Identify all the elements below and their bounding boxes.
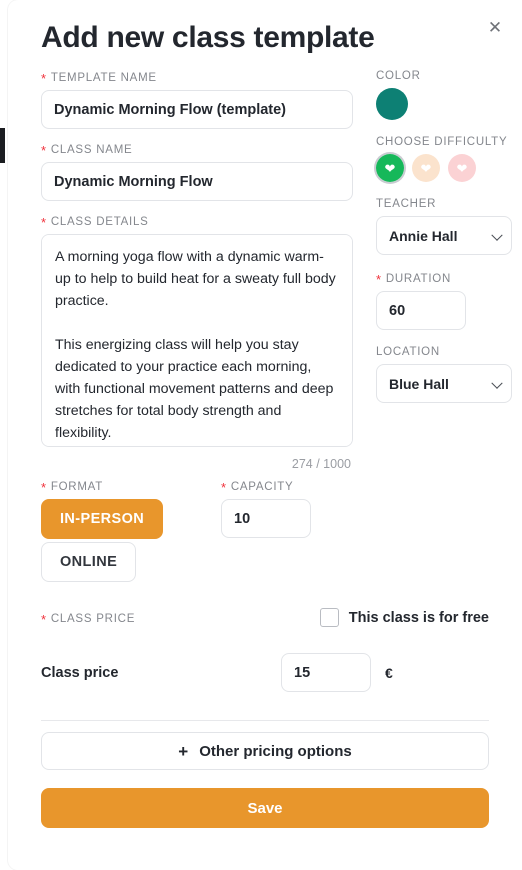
teacher-label: TEACHER <box>376 198 437 210</box>
heart-icon: ❤ <box>412 154 440 182</box>
format-option-in-person[interactable]: IN-PERSON <box>41 499 164 539</box>
required-asterisk: * <box>41 611 47 627</box>
form-left-column: * TEMPLATE NAME * CLASS NAME * CLASS DET… <box>41 70 353 471</box>
required-asterisk: * <box>41 71 47 86</box>
class-price-label-text: CLASS PRICE <box>50 612 136 625</box>
capacity-label-text: CAPACITY <box>230 481 294 493</box>
form-right-column: COLOR CHOOSE DIFFICULTY ❤ ❤ ❤ TEACHER An… <box>353 70 513 471</box>
required-asterisk: * <box>41 480 47 495</box>
location-field: LOCATION Blue Hall <box>376 346 513 403</box>
class-price-label: * CLASS PRICE <box>41 611 136 627</box>
class-name-field: * CLASS NAME <box>41 142 353 201</box>
section-divider <box>41 720 489 721</box>
class-name-label-text: CLASS NAME <box>50 144 133 156</box>
class-price-header: * CLASS PRICE This class is for free <box>24 582 506 627</box>
duration-label-text: DURATION <box>385 273 452 285</box>
teacher-select[interactable]: Annie Hall <box>376 216 512 255</box>
color-swatch[interactable] <box>376 88 408 120</box>
format-label: * FORMAT <box>41 479 221 495</box>
difficulty-options: ❤ ❤ ❤ <box>376 154 513 182</box>
teacher-select-wrap: Annie Hall <box>376 216 512 255</box>
duration-field: * DURATION <box>376 271 513 330</box>
close-icon[interactable]: ✕ <box>482 14 508 40</box>
color-label: COLOR <box>376 70 421 82</box>
class-details-label: * CLASS DETAILS <box>41 214 353 230</box>
other-pricing-options-label: Other pricing options <box>199 742 352 760</box>
capacity-input[interactable] <box>221 499 311 538</box>
difficulty-option-hard[interactable]: ❤ <box>448 154 476 182</box>
class-details-textarea[interactable] <box>41 234 353 447</box>
form-body: * TEMPLATE NAME * CLASS NAME * CLASS DET… <box>24 56 512 471</box>
difficulty-label: CHOOSE DIFFICULTY <box>376 136 508 148</box>
format-capacity-row: * FORMAT IN-PERSON ONLINE * CAPACITY <box>24 471 506 582</box>
class-details-label-text: CLASS DETAILS <box>50 216 149 228</box>
heart-icon: ❤ <box>376 154 404 182</box>
capacity-field: * CAPACITY <box>221 479 371 582</box>
format-option-online[interactable]: ONLINE <box>41 542 137 582</box>
add-class-template-modal: ✕ Add new class template * TEMPLATE NAME… <box>8 0 522 870</box>
required-asterisk: * <box>221 480 227 495</box>
save-button[interactable]: Save <box>41 788 489 828</box>
teacher-selected-value: Annie Hall <box>389 227 458 244</box>
teacher-field: TEACHER Annie Hall <box>376 198 513 255</box>
page-title: Add new class template <box>41 21 375 54</box>
duration-label: * DURATION <box>376 271 513 287</box>
capacity-label: * CAPACITY <box>221 479 371 495</box>
color-field: COLOR <box>376 70 513 120</box>
free-class-checkbox-row[interactable]: This class is for free <box>319 608 489 627</box>
template-name-label: * TEMPLATE NAME <box>41 70 353 86</box>
location-label: LOCATION <box>376 346 440 358</box>
heart-glyph: ❤ <box>456 160 468 176</box>
character-counter: 274 / 1000 <box>291 457 351 471</box>
currency-symbol: € <box>385 664 393 681</box>
difficulty-option-medium[interactable]: ❤ <box>412 154 440 182</box>
heart-glyph: ❤ <box>384 160 396 176</box>
heart-glyph: ❤ <box>420 160 432 176</box>
other-pricing-options-button[interactable]: + Other pricing options <box>41 732 489 770</box>
save-button-label: Save <box>247 799 283 817</box>
class-name-label: * CLASS NAME <box>41 142 353 158</box>
template-name-field: * TEMPLATE NAME <box>41 70 353 129</box>
difficulty-option-easy[interactable]: ❤ <box>376 154 404 182</box>
class-price-row-name: Class price <box>41 664 119 681</box>
class-name-input[interactable] <box>41 162 353 201</box>
format-field: * FORMAT IN-PERSON ONLINE <box>41 479 221 582</box>
required-asterisk: * <box>41 215 47 230</box>
location-selected-value: Blue Hall <box>389 375 449 392</box>
class-price-input[interactable] <box>281 653 371 692</box>
format-options: IN-PERSON ONLINE <box>41 499 221 582</box>
background-dark-bar <box>0 128 5 163</box>
format-label-text: FORMAT <box>50 481 104 493</box>
heart-icon: ❤ <box>448 154 476 182</box>
plus-icon: + <box>178 741 189 761</box>
duration-input[interactable] <box>376 291 466 330</box>
required-asterisk: * <box>41 143 47 158</box>
free-class-checkbox[interactable] <box>319 608 339 627</box>
required-asterisk: * <box>376 272 382 287</box>
location-select[interactable]: Blue Hall <box>376 364 512 403</box>
free-class-label: This class is for free <box>348 609 489 626</box>
class-details-field: * CLASS DETAILS 274 / 1000 <box>41 214 353 471</box>
location-select-wrap: Blue Hall <box>376 364 512 403</box>
class-price-row: Class price € <box>24 627 506 692</box>
difficulty-field: CHOOSE DIFFICULTY ❤ ❤ ❤ <box>376 136 513 182</box>
template-name-input[interactable] <box>41 90 353 129</box>
template-name-label-text: TEMPLATE NAME <box>50 72 157 84</box>
